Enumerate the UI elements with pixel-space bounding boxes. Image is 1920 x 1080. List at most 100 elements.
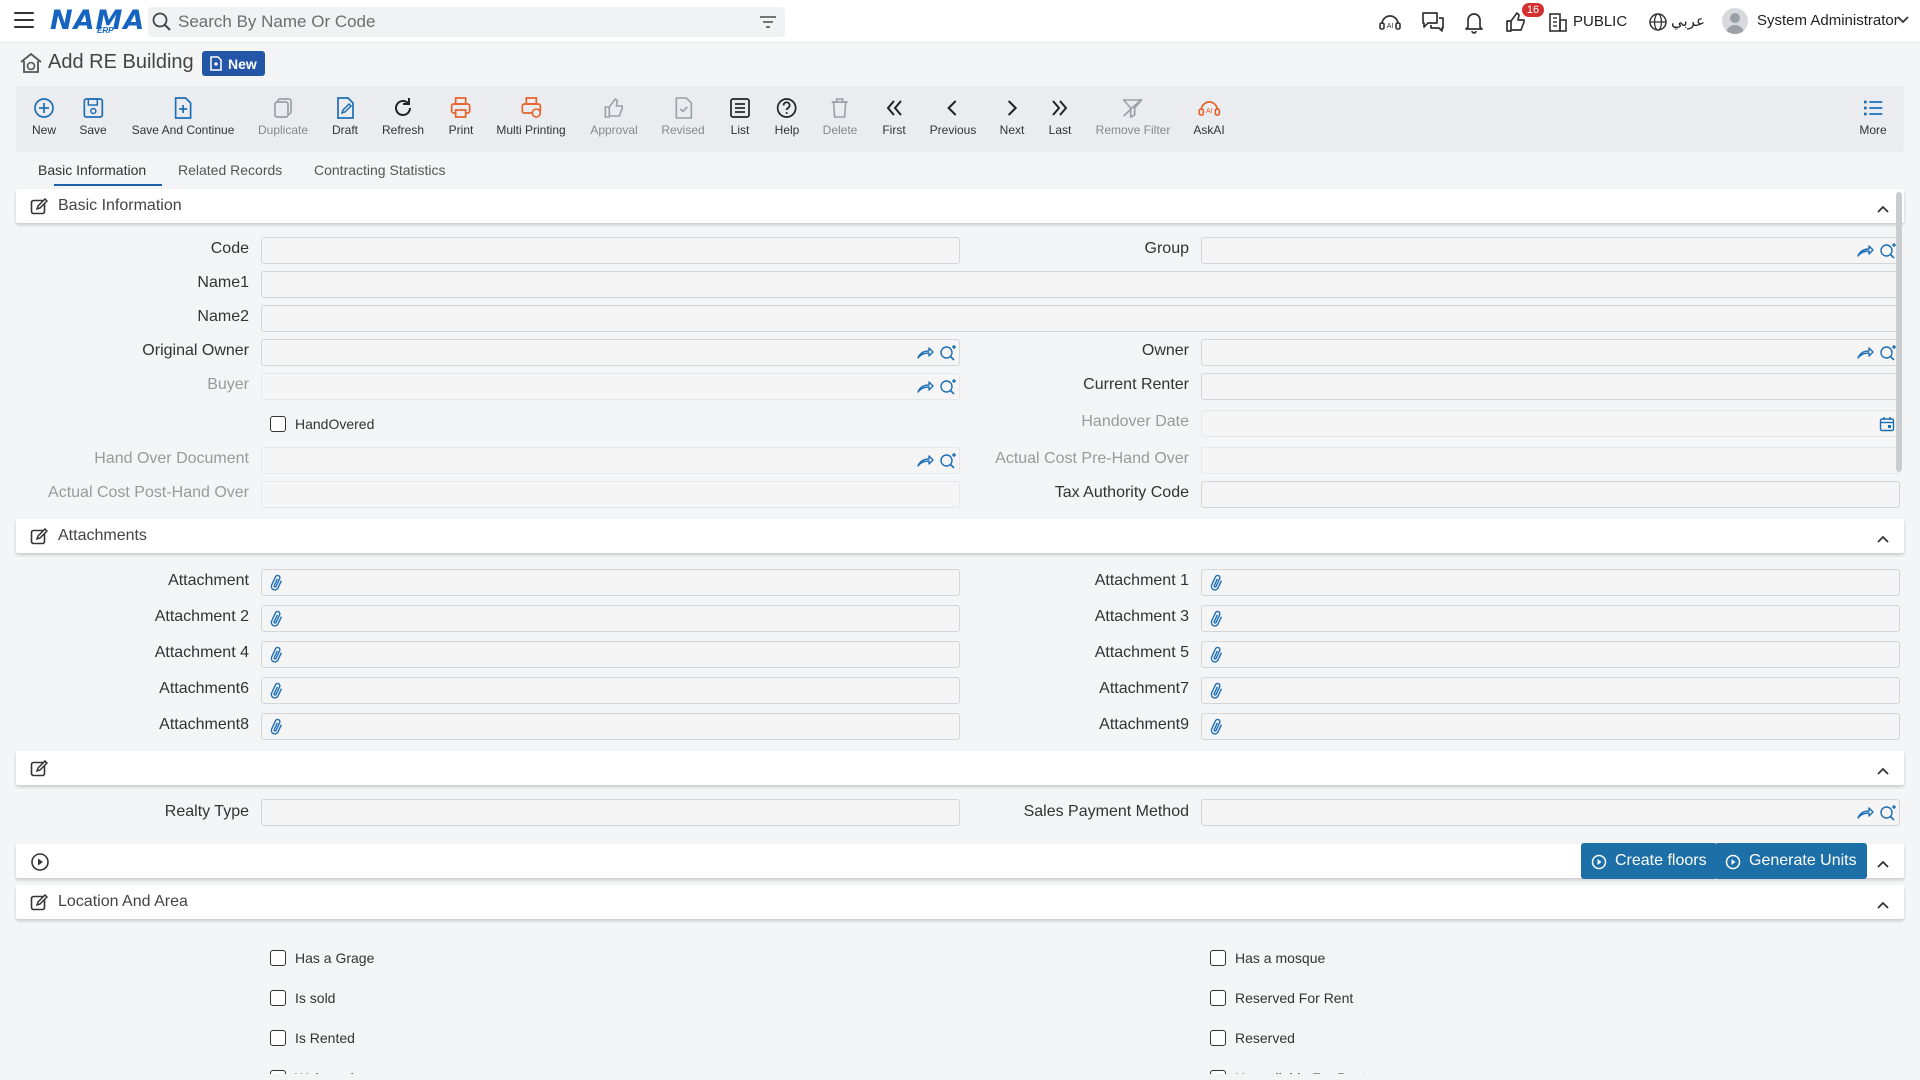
section-basic-information[interactable]: Basic Information — [16, 189, 1904, 223]
toolbar-askai-button[interactable]: AI AskAI — [1193, 96, 1225, 137]
toolbar-list-button[interactable]: List — [728, 96, 752, 137]
toolbar-previous-button[interactable]: Previous — [930, 96, 976, 137]
toolbar-help-button[interactable]: Help — [775, 96, 799, 137]
open-link-icon[interactable] — [1856, 243, 1874, 263]
tab-contracting-statistics[interactable]: Contracting Statistics — [314, 162, 446, 178]
paperclip-icon[interactable] — [1210, 610, 1224, 632]
ai-assistant-icon[interactable]: AI — [1378, 10, 1402, 38]
open-link-icon[interactable] — [916, 345, 934, 365]
attachment-field[interactable] — [1201, 713, 1900, 740]
company-label[interactable]: PUBLIC — [1573, 13, 1627, 30]
toolbar-draft-button[interactable]: Draft — [332, 96, 358, 137]
tab-related-records[interactable]: Related Records — [178, 162, 282, 178]
current-renter-field[interactable] — [1201, 373, 1900, 400]
generate-units-button[interactable]: Generate Units — [1715, 843, 1867, 879]
lookup-icon[interactable] — [939, 345, 957, 365]
name2-field[interactable] — [261, 305, 1900, 332]
chevron-up-icon[interactable] — [1876, 201, 1890, 218]
actual-cost-pre-field[interactable] — [1201, 447, 1900, 474]
handovered-checkbox[interactable] — [270, 416, 286, 432]
location-checkbox[interactable] — [1210, 1070, 1226, 1074]
open-link-icon[interactable] — [916, 379, 934, 399]
paperclip-icon[interactable] — [1210, 646, 1224, 668]
toolbar-delete-button[interactable]: Delete — [823, 96, 857, 137]
tab-basic-information[interactable]: Basic Information — [38, 162, 146, 178]
toolbar-more-button[interactable]: More — [1859, 96, 1887, 137]
create-floors-button[interactable]: Create floors — [1581, 843, 1717, 879]
buyer-field[interactable] — [261, 373, 960, 400]
avatar[interactable] — [1722, 8, 1748, 34]
location-checkbox[interactable] — [270, 1070, 286, 1074]
attachment-field[interactable] — [261, 677, 960, 704]
paperclip-icon[interactable] — [270, 646, 284, 668]
lookup-icon[interactable] — [1879, 345, 1897, 365]
toolbar-save-button[interactable]: Save — [79, 96, 107, 137]
actual-cost-post-field[interactable] — [261, 481, 960, 508]
section-attachments[interactable]: Attachments — [16, 519, 1904, 553]
toolbar-next-button[interactable]: Next — [1000, 96, 1024, 137]
paperclip-icon[interactable] — [1210, 574, 1224, 596]
toolbar-duplicate-button[interactable]: Duplicate — [258, 96, 308, 137]
building-icon[interactable] — [1547, 11, 1569, 37]
language-switch[interactable]: عربي — [1671, 12, 1705, 30]
toolbar-print-button[interactable]: Print — [449, 96, 473, 137]
chevron-up-icon[interactable] — [1876, 531, 1890, 548]
original-owner-field[interactable] — [261, 339, 960, 366]
attachment-field[interactable] — [261, 641, 960, 668]
attachment-field[interactable] — [1201, 641, 1900, 668]
attachment-field[interactable] — [261, 605, 960, 632]
location-checkbox[interactable] — [270, 990, 286, 1006]
realty-type-field[interactable] — [261, 799, 960, 826]
lookup-icon[interactable] — [1879, 805, 1897, 825]
chevron-up-icon[interactable] — [1876, 856, 1890, 873]
attachment-field[interactable] — [1201, 569, 1900, 596]
location-checkbox[interactable] — [270, 950, 286, 966]
group-field[interactable] — [1201, 237, 1900, 264]
sales-payment-method-field[interactable] — [1201, 799, 1900, 826]
globe-icon[interactable] — [1648, 12, 1668, 36]
calendar-icon[interactable] — [1879, 416, 1895, 436]
attachment-field[interactable] — [1201, 605, 1900, 632]
chevron-up-icon[interactable] — [1876, 897, 1890, 914]
paperclip-icon[interactable] — [270, 610, 284, 632]
location-checkbox[interactable] — [1210, 950, 1226, 966]
hand-over-document-field[interactable] — [261, 447, 960, 474]
tax-authority-code-field[interactable] — [1201, 481, 1900, 508]
open-link-icon[interactable] — [1856, 805, 1874, 825]
lookup-icon[interactable] — [1879, 243, 1897, 263]
code-field[interactable] — [261, 237, 960, 264]
toolbar-first-button[interactable]: First — [882, 96, 906, 137]
owner-field[interactable] — [1201, 339, 1900, 366]
lookup-icon[interactable] — [939, 453, 957, 473]
location-checkbox[interactable] — [270, 1030, 286, 1046]
toolbar-refresh-button[interactable]: Refresh — [382, 96, 424, 137]
section-location-and-area[interactable]: Location And Area — [16, 885, 1904, 919]
open-link-icon[interactable] — [1856, 345, 1874, 365]
attachment-field[interactable] — [261, 713, 960, 740]
filter-icon[interactable] — [759, 14, 777, 34]
menu-icon[interactable] — [14, 12, 34, 30]
chevron-up-icon[interactable] — [1876, 763, 1890, 780]
toolbar-new-button[interactable]: New — [32, 96, 56, 137]
user-name[interactable]: System Administrator — [1757, 12, 1899, 29]
attachment-field[interactable] — [261, 569, 960, 596]
location-checkbox[interactable] — [1210, 990, 1226, 1006]
open-link-icon[interactable] — [916, 453, 934, 473]
toolbar-approval-button[interactable]: Approval — [590, 96, 638, 137]
paperclip-icon[interactable] — [270, 574, 284, 596]
name1-field[interactable] — [261, 271, 1900, 298]
handover-date-field[interactable] — [1201, 410, 1900, 437]
scrollbar[interactable] — [1896, 192, 1902, 472]
toolbar-multi-printing-button[interactable]: Multi Printing — [496, 96, 566, 137]
paperclip-icon[interactable] — [1210, 718, 1224, 740]
toolbar-remove-filter-button[interactable]: Remove Filter — [1096, 96, 1170, 137]
paperclip-icon[interactable] — [1210, 682, 1224, 704]
attachment-field[interactable] — [1201, 677, 1900, 704]
toolbar-last-button[interactable]: Last — [1048, 96, 1072, 137]
toolbar-save-and-continue-button[interactable]: Save And Continue — [132, 96, 234, 137]
chat-icon[interactable] — [1420, 10, 1446, 38]
location-checkbox[interactable] — [1210, 1030, 1226, 1046]
toolbar-revised-button[interactable]: Revised — [661, 96, 705, 137]
search-input[interactable] — [178, 7, 738, 37]
chevron-down-icon[interactable] — [1896, 13, 1910, 31]
